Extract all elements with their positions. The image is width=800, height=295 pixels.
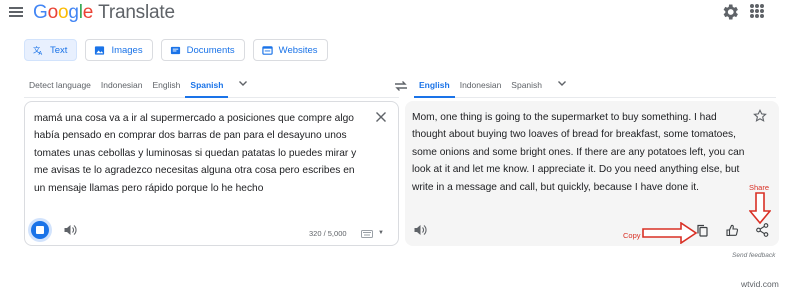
mode-label: Websites (278, 44, 318, 56)
input-tools-caret-icon[interactable]: ▼ (378, 230, 384, 236)
target-lang-english[interactable]: English (414, 74, 455, 98)
translated-text: Mom, one thing is going to the supermark… (412, 112, 745, 193)
logo-letter: g (68, 2, 79, 23)
logo-letter: e (82, 2, 94, 23)
mode-label: Text (50, 44, 68, 56)
website-icon (261, 45, 273, 55)
product-name: Translate (98, 2, 175, 23)
source-lang-detect[interactable]: Detect language (24, 74, 96, 98)
chevron-down-icon (558, 81, 567, 86)
copy-annotation-label: Copy (623, 231, 641, 240)
target-lang-spanish[interactable]: Spanish (506, 74, 547, 98)
main-menu-icon[interactable] (9, 5, 23, 19)
mode-label: Documents (186, 44, 235, 56)
keyboard-icon[interactable] (361, 230, 373, 238)
top-bar: Google Translate (0, 0, 800, 26)
target-lang-indonesian[interactable]: Indonesian (455, 74, 507, 98)
logo-letter: o (57, 2, 69, 23)
listen-source-icon[interactable] (63, 223, 77, 237)
target-more-languages-button[interactable] (547, 74, 577, 90)
stop-icon (36, 226, 44, 234)
listen-translation-icon[interactable] (413, 223, 427, 237)
source-text-panel: mamá una cosa va a ir al supermercado a … (24, 101, 399, 246)
document-icon (170, 46, 180, 54)
chevron-down-icon (239, 81, 248, 86)
app-logo[interactable]: Google Translate (33, 2, 175, 24)
swap-languages-icon[interactable] (393, 80, 409, 92)
source-text-input[interactable]: mamá una cosa va a ir al supermercado a … (34, 110, 359, 197)
mode-selector: 文A Text Images Documents Websites (24, 39, 328, 61)
source-language-bar: Detect language Indonesian English Spani… (24, 74, 399, 98)
translate-icon: 文A (33, 45, 43, 56)
mode-images-button[interactable]: Images (85, 39, 153, 61)
source-more-languages-button[interactable] (228, 74, 258, 90)
share-translation-icon[interactable] (756, 223, 769, 237)
save-translation-star-icon[interactable] (753, 109, 767, 123)
rate-translation-icon[interactable] (726, 224, 740, 237)
translation-output-panel: Mom, one thing is going to the supermark… (405, 101, 779, 246)
target-language-bar: English Indonesian Spanish (414, 74, 776, 98)
microphone-stop-button[interactable] (31, 221, 49, 239)
source-lang-spanish[interactable]: Spanish (185, 74, 229, 98)
svg-text:A: A (39, 51, 43, 56)
settings-gear-icon[interactable] (720, 2, 740, 22)
mode-websites-button[interactable]: Websites (252, 39, 328, 61)
mode-label: Images (111, 44, 143, 56)
arrow-down-icon (749, 192, 771, 224)
image-icon (95, 45, 105, 55)
source-lang-indonesian[interactable]: Indonesian (96, 74, 148, 98)
send-feedback-link[interactable]: Send feedback (732, 252, 775, 259)
character-count: 320 / 5,000 (309, 229, 347, 238)
share-annotation-label: Share (749, 183, 770, 192)
clear-text-icon[interactable] (375, 111, 387, 123)
mode-documents-button[interactable]: Documents (160, 39, 245, 61)
arrow-right-icon (642, 222, 698, 244)
logo-letter: G (33, 2, 48, 23)
mode-text-button[interactable]: 文A Text (24, 39, 78, 61)
google-apps-icon[interactable] (750, 4, 764, 18)
source-lang-english[interactable]: English (148, 74, 186, 98)
watermark: wtvid.com (741, 279, 779, 289)
logo-letter: o (47, 2, 59, 23)
